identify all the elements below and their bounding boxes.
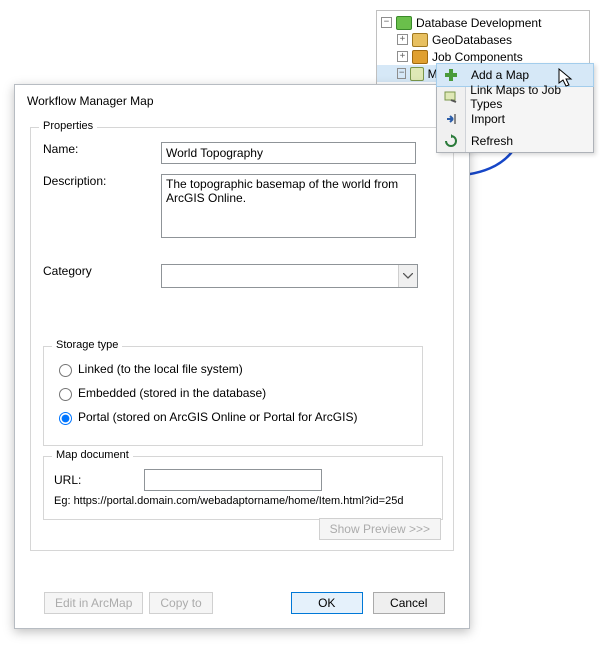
context-menu: Add a Map Link Maps to Job Types Import … (436, 63, 594, 153)
menu-item-label: Refresh (465, 134, 513, 148)
collapse-icon[interactable]: − (381, 17, 392, 28)
radio-portal-row[interactable]: Portal (stored on ArcGIS Online or Porta… (44, 405, 422, 429)
radio-embedded-row[interactable]: Embedded (stored in the database) (44, 381, 422, 405)
radio-portal[interactable] (59, 412, 72, 425)
show-preview-button[interactable]: Show Preview >>> (319, 518, 441, 540)
cancel-button[interactable]: Cancel (373, 592, 445, 614)
radio-linked[interactable] (59, 364, 72, 377)
menu-item-label: Import (465, 112, 505, 126)
add-icon (437, 68, 465, 82)
category-combo[interactable] (161, 264, 418, 288)
description-field[interactable] (161, 174, 416, 238)
groupbox-label: Map document (52, 449, 133, 461)
groupbox-label: Properties (39, 120, 97, 132)
edit-in-arcmap-button[interactable]: Edit in ArcMap (44, 592, 143, 614)
groupbox-label: Storage type (52, 339, 122, 351)
ok-button[interactable]: OK (291, 592, 363, 614)
copy-to-button[interactable]: Copy to (149, 592, 212, 614)
properties-groupbox: Properties Name: Description: Category S… (30, 127, 454, 551)
menu-item-import[interactable]: Import (437, 108, 593, 130)
url-field[interactable] (144, 469, 322, 491)
menu-item-link-maps[interactable]: Link Maps to Job Types (437, 86, 593, 108)
chevron-down-icon[interactable] (398, 265, 417, 287)
radio-label: Linked (to the local file system) (78, 362, 243, 376)
category-label: Category (43, 264, 161, 278)
radio-embedded[interactable] (59, 388, 72, 401)
workflow-manager-map-dialog: Workflow Manager Map Properties Name: De… (14, 84, 470, 629)
map-document-groupbox: Map document URL: Eg: https://portal.dom… (43, 456, 443, 520)
refresh-icon (437, 134, 465, 148)
map-icon (410, 67, 423, 81)
radio-label: Embedded (stored in the database) (78, 386, 266, 400)
tree-item-geodatabases[interactable]: + GeoDatabases (377, 31, 589, 48)
radio-label: Portal (stored on ArcGIS Online or Porta… (78, 410, 357, 424)
import-icon (437, 112, 465, 126)
dialog-button-row: Edit in ArcMap Copy to OK Cancel (44, 592, 445, 614)
expand-icon[interactable]: + (397, 51, 408, 62)
menu-item-label: Link Maps to Job Types (464, 83, 593, 111)
tree-root-label: Database Development (416, 16, 541, 30)
collapse-icon[interactable]: − (397, 68, 406, 79)
url-label: URL: (54, 473, 144, 487)
dialog-title: Workflow Manager Map (15, 85, 469, 110)
tree-item-label: GeoDatabases (432, 33, 512, 47)
category-value (162, 265, 166, 279)
storage-type-groupbox: Storage type Linked (to the local file s… (43, 346, 423, 446)
menu-item-label: Add a Map (465, 68, 529, 82)
link-icon (437, 90, 464, 104)
radio-linked-row[interactable]: Linked (to the local file system) (44, 357, 422, 381)
components-icon (412, 50, 428, 64)
expand-icon[interactable]: + (397, 34, 408, 45)
description-label: Description: (43, 174, 161, 188)
name-field[interactable] (161, 142, 416, 164)
menu-item-refresh[interactable]: Refresh (437, 130, 593, 152)
folder-icon (412, 33, 428, 47)
name-label: Name: (43, 142, 161, 156)
database-icon (396, 16, 412, 30)
tree-root-row[interactable]: − Database Development (377, 14, 589, 31)
tree-item-label: Job Components (432, 50, 523, 64)
url-example: Eg: https://portal.domain.com/webadaptor… (54, 495, 403, 507)
